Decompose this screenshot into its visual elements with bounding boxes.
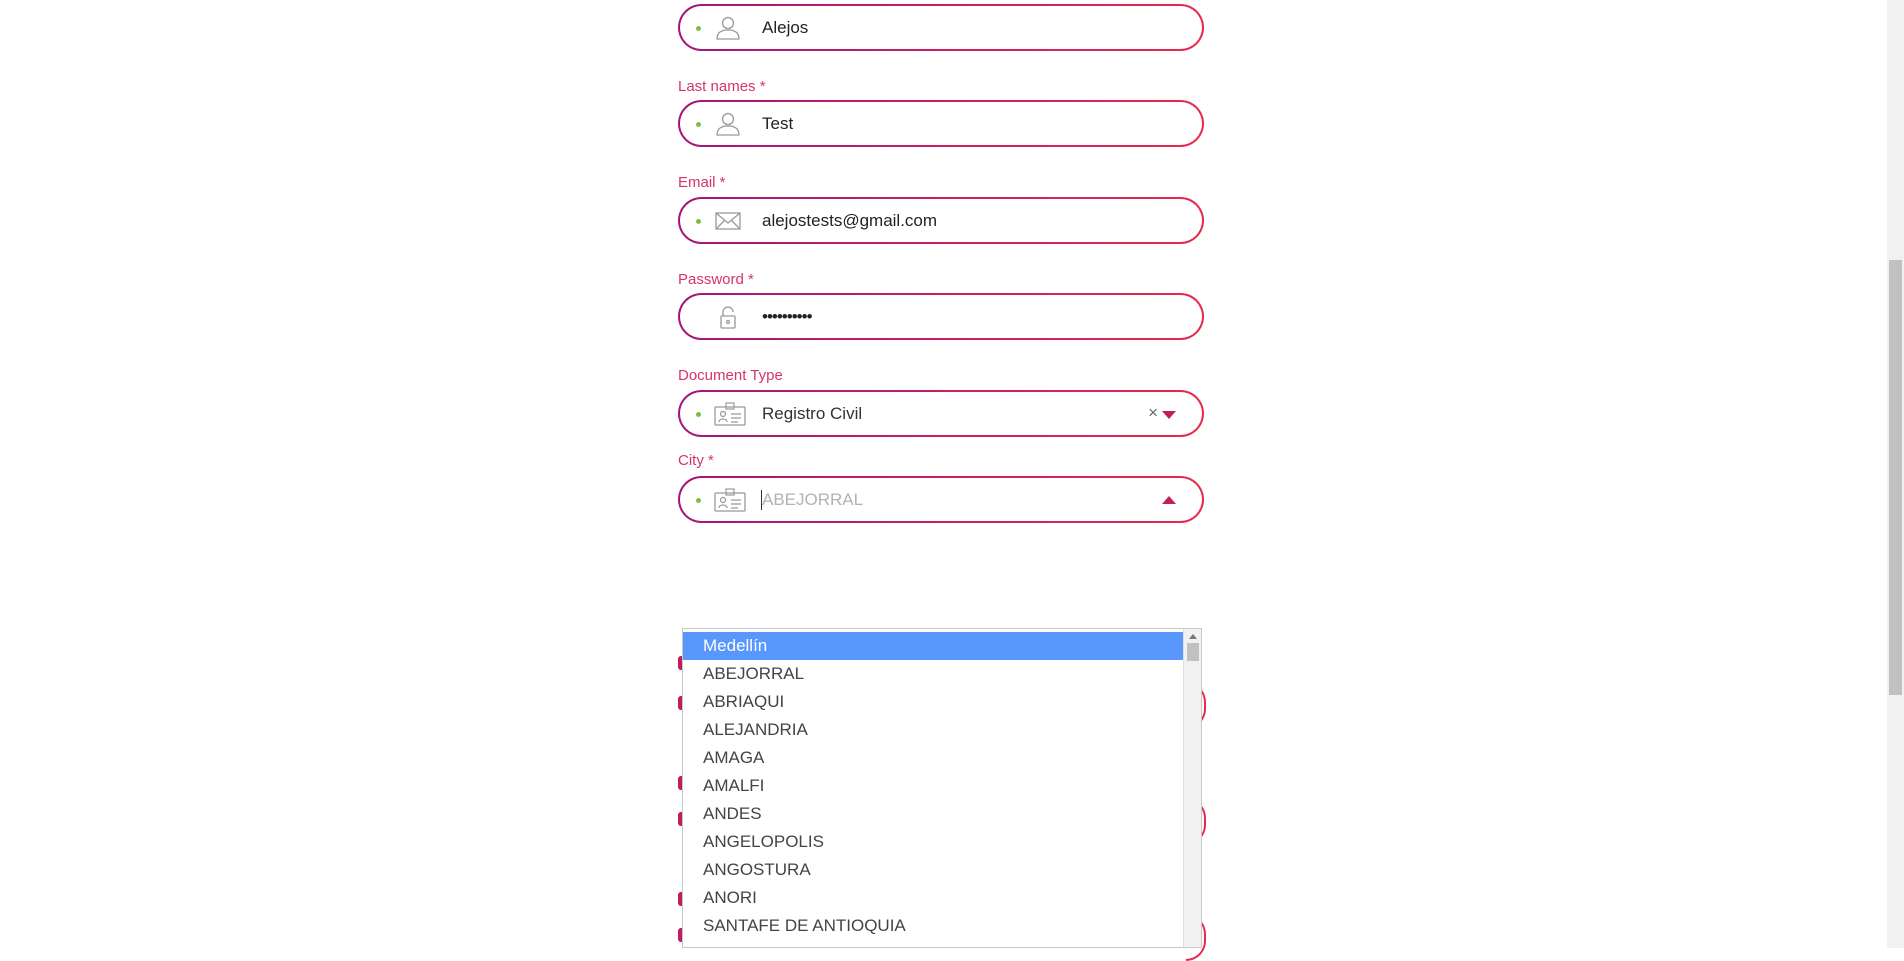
city-search-input[interactable]: ABEJORRAL bbox=[762, 490, 863, 510]
city-option[interactable]: ALEJANDRIA bbox=[683, 716, 1183, 744]
required-dot bbox=[696, 219, 701, 224]
required-dot bbox=[696, 498, 701, 503]
last-names-value: Test bbox=[762, 114, 794, 133]
city-option[interactable]: ANDES bbox=[683, 800, 1183, 828]
city-option[interactable]: ANGELOPOLIS bbox=[683, 828, 1183, 856]
email-label: Email * bbox=[678, 174, 726, 191]
password-value: •••••••••• bbox=[762, 307, 813, 326]
city-option[interactable]: ANZA bbox=[683, 940, 1183, 947]
chevron-up-icon[interactable] bbox=[1162, 496, 1176, 504]
id-card-icon bbox=[714, 488, 746, 512]
document-type-select[interactable]: Registro Civil × bbox=[678, 390, 1204, 437]
scroll-up-icon[interactable] bbox=[1189, 634, 1197, 639]
email-value: alejostests@gmail.com bbox=[762, 211, 938, 230]
city-option[interactable]: SANTAFE DE ANTIOQUIA bbox=[683, 912, 1183, 940]
dropdown-scrollbar[interactable] bbox=[1183, 629, 1201, 947]
required-dot bbox=[696, 26, 701, 31]
user-icon bbox=[716, 16, 740, 40]
scrollbar-thumb[interactable] bbox=[1187, 643, 1199, 661]
page-scrollbar-thumb[interactable] bbox=[1889, 260, 1902, 695]
city-option[interactable]: ABEJORRAL bbox=[683, 660, 1183, 688]
user-icon bbox=[716, 112, 740, 136]
city-label: City * bbox=[678, 452, 714, 469]
id-card-icon bbox=[714, 402, 746, 426]
chevron-down-icon[interactable] bbox=[1162, 411, 1176, 419]
clear-icon[interactable]: × bbox=[1148, 403, 1158, 423]
password-label: Password * bbox=[678, 271, 754, 288]
last-names-label: Last names * bbox=[678, 78, 766, 95]
first-name-field[interactable]: Alejos bbox=[678, 4, 1204, 51]
city-dropdown-list[interactable]: Medellín ABEJORRAL ABRIAQUI ALEJANDRIA AMAGA… bbox=[682, 628, 1202, 948]
city-option[interactable]: AMAGA bbox=[683, 744, 1183, 772]
document-type-label: Document Type bbox=[678, 367, 783, 384]
first-name-value: Alejos bbox=[762, 18, 809, 37]
email-field[interactable]: alejostests@gmail.com bbox=[678, 197, 1204, 244]
last-names-field[interactable]: Test bbox=[678, 100, 1204, 147]
lock-icon bbox=[720, 306, 736, 329]
city-select[interactable]: ABEJORRAL bbox=[678, 476, 1204, 523]
required-dot bbox=[696, 412, 701, 417]
city-option[interactable]: AMALFI bbox=[683, 772, 1183, 800]
city-option[interactable]: ANGOSTURA bbox=[683, 856, 1183, 884]
envelope-icon bbox=[715, 212, 741, 230]
city-option[interactable]: Medellín bbox=[683, 632, 1183, 660]
city-option[interactable]: ABRIAQUI bbox=[683, 688, 1183, 716]
page-scrollbar[interactable] bbox=[1887, 0, 1904, 948]
password-field[interactable]: •••••••••• bbox=[678, 293, 1204, 340]
required-dot bbox=[696, 122, 701, 127]
city-option[interactable]: ANORI bbox=[683, 884, 1183, 912]
city-options: Medellín ABEJORRAL ABRIAQUI ALEJANDRIA AMAGA… bbox=[683, 629, 1201, 947]
document-type-value: Registro Civil bbox=[762, 404, 863, 423]
